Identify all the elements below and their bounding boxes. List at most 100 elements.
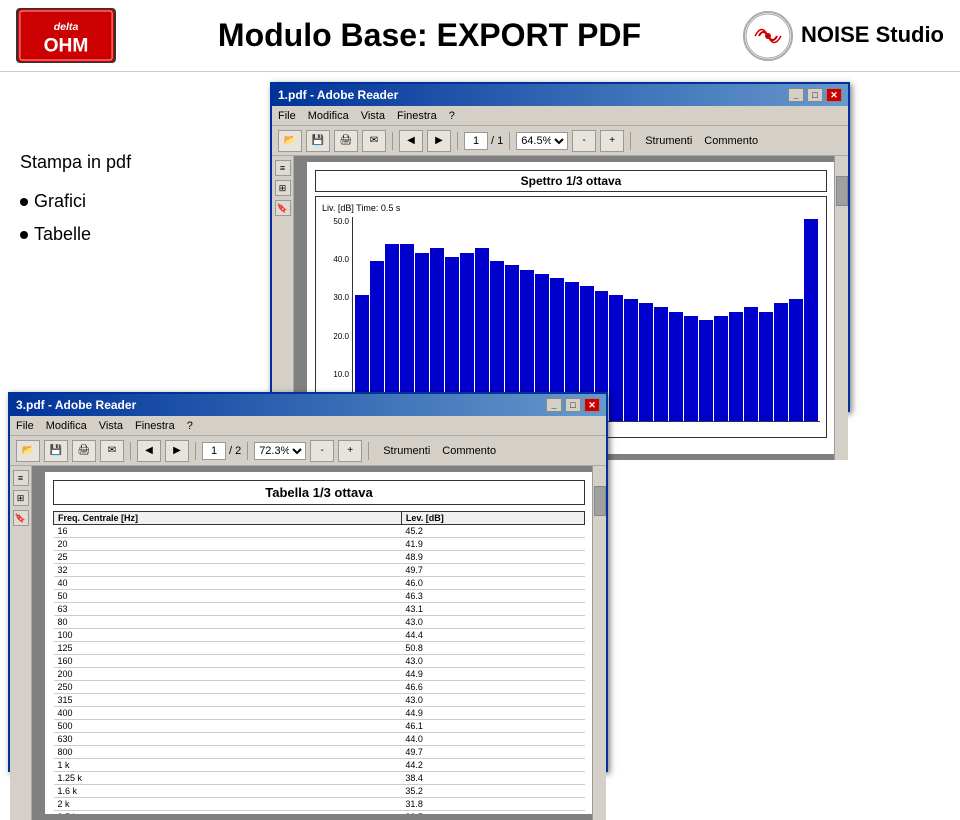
table-cell-lev-22: 30.5 <box>401 811 584 815</box>
table-row: 16043.0 <box>54 655 585 668</box>
chart-bar-17 <box>609 295 623 421</box>
window1-page-input[interactable] <box>464 132 488 150</box>
window2-sidebar: ≡ ⊞ 🔖 <box>10 466 32 820</box>
window2-btn-zoom-in[interactable]: + <box>338 440 362 462</box>
window1-btn-print[interactable]: 🖨 <box>334 130 358 152</box>
table-row: 1.6 k35.2 <box>54 785 585 798</box>
window1-scrollbar[interactable] <box>834 156 848 460</box>
window2-body: ≡ ⊞ 🔖 Tabella 1/3 ottava Freq. Centrale … <box>10 466 606 820</box>
chart-bar-18 <box>624 299 638 421</box>
content-area: Stampa in pdf Grafici Tabelle 1.pdf - Ad… <box>0 72 960 729</box>
table-cell-lev-4: 46.0 <box>401 577 584 590</box>
window2-page-nav: / 2 <box>202 442 241 460</box>
window2-maximize-btn[interactable]: □ <box>565 398 581 412</box>
window2-sidebar-icon-2[interactable]: ⊞ <box>13 490 29 506</box>
window2-controls[interactable]: _ □ ✕ <box>546 398 600 412</box>
window2-strumenti-btn[interactable]: Strumenti <box>383 445 430 457</box>
table-cell-lev-6: 43.1 <box>401 603 584 616</box>
table-cell-freq-2: 25 <box>54 551 402 564</box>
svg-text:OHM: OHM <box>44 35 89 56</box>
window1-toolbar: 📂 💾 🖨 ✉ ◀ ▶ / 1 64.5% - + Strumenti Comm… <box>272 126 848 156</box>
window1-page-total: 1 <box>497 135 503 147</box>
table-row: 80049.7 <box>54 746 585 759</box>
table-row: 8043.0 <box>54 616 585 629</box>
window2-menu-file[interactable]: File <box>16 420 34 432</box>
window2-sep4 <box>368 442 369 460</box>
window2-btn-back[interactable]: ◀ <box>137 440 161 462</box>
page-title: Modulo Base: EXPORT PDF <box>116 17 743 54</box>
window2-zoom-select[interactable]: 72.3% <box>254 442 306 460</box>
window1-page-sep: / <box>491 135 494 147</box>
chart-bar-26 <box>744 307 758 421</box>
table-row: 5046.3 <box>54 590 585 603</box>
bullet-icon-tabelle <box>20 231 28 239</box>
window2-menu-vista[interactable]: Vista <box>99 420 123 432</box>
chart-bar-29 <box>789 299 803 421</box>
window2-minimize-btn[interactable]: _ <box>546 398 562 412</box>
chart1-ylabel: Liv. [dB] Time: 0.5 s <box>322 203 820 213</box>
window2-menu-help[interactable]: ? <box>187 420 193 432</box>
table-cell-lev-12: 46.6 <box>401 681 584 694</box>
table-cell-freq-12: 250 <box>54 681 402 694</box>
window2-btn-open[interactable]: 📂 <box>16 440 40 462</box>
chart-bar-21 <box>669 312 683 421</box>
window1-btn-zoom-out[interactable]: - <box>572 130 596 152</box>
window1-maximize-btn[interactable]: □ <box>807 88 823 102</box>
window2-scrollbar[interactable] <box>592 466 606 820</box>
window2-menu-modifica[interactable]: Modifica <box>46 420 87 432</box>
window1-btn-save[interactable]: 💾 <box>306 130 330 152</box>
window1-close-btn[interactable]: ✕ <box>826 88 842 102</box>
window2-btn-email[interactable]: ✉ <box>100 440 124 462</box>
window2-menubar: File Modifica Vista Finestra ? <box>10 416 606 436</box>
window1-scrollbar-thumb[interactable] <box>836 176 848 206</box>
chart-bar-24 <box>714 316 728 421</box>
window1-menu-help[interactable]: ? <box>449 110 455 122</box>
window2-sidebar-icon-1[interactable]: ≡ <box>13 470 29 486</box>
window1-minimize-btn[interactable]: _ <box>788 88 804 102</box>
table-cell-lev-5: 46.3 <box>401 590 584 603</box>
chart-bar-27 <box>759 312 773 421</box>
window2-sidebar-icon-3[interactable]: 🔖 <box>13 510 29 526</box>
sidebar-icon-3[interactable]: 🔖 <box>275 200 291 216</box>
window2-sep2 <box>195 442 196 460</box>
window2-btn-print[interactable]: 🖨 <box>72 440 96 462</box>
window2-close-btn[interactable]: ✕ <box>584 398 600 412</box>
table-row: 2 k31.8 <box>54 798 585 811</box>
table-cell-freq-21: 2 k <box>54 798 402 811</box>
window2-commento-btn[interactable]: Commento <box>442 445 496 457</box>
window1-btn-fwd[interactable]: ▶ <box>427 130 451 152</box>
window2-page-total: 2 <box>235 445 241 457</box>
window2-btn-save[interactable]: 💾 <box>44 440 68 462</box>
table-row: 2.5 k30.5 <box>54 811 585 815</box>
window1-menu-file[interactable]: File <box>278 110 296 122</box>
table-cell-freq-4: 40 <box>54 577 402 590</box>
window1-menu-modifica[interactable]: Modifica <box>308 110 349 122</box>
window1-zoom-select[interactable]: 64.5% <box>516 132 568 150</box>
window1-menu-vista[interactable]: Vista <box>361 110 385 122</box>
table-row: 1645.2 <box>54 525 585 538</box>
window1-sep1 <box>392 132 393 150</box>
window2-page-input[interactable] <box>202 442 226 460</box>
window1-menu-finestra[interactable]: Finestra <box>397 110 437 122</box>
yaxis-label-10: 10.0 <box>333 370 349 379</box>
window1-controls[interactable]: _ □ ✕ <box>788 88 842 102</box>
window1-btn-back[interactable]: ◀ <box>399 130 423 152</box>
grafici-label: Grafici <box>34 191 86 212</box>
window1-btn-zoom-in[interactable]: + <box>600 130 624 152</box>
table-cell-freq-20: 1.6 k <box>54 785 402 798</box>
window1-strumenti-btn[interactable]: Strumenti <box>645 135 692 147</box>
window1-btn-email[interactable]: ✉ <box>362 130 386 152</box>
window1-commento-btn[interactable]: Commento <box>704 135 758 147</box>
window2-pdf-page: Tabella 1/3 ottava Freq. Centrale [Hz] L… <box>45 472 593 814</box>
table-cell-freq-8: 100 <box>54 629 402 642</box>
window2-btn-zoom-out[interactable]: - <box>310 440 334 462</box>
header: delta OHM Modulo Base: EXPORT PDF NOISE … <box>0 0 960 72</box>
window1-btn-open[interactable]: 📂 <box>278 130 302 152</box>
window2-btn-fwd[interactable]: ▶ <box>165 440 189 462</box>
table-header-lev: Lev. [dB] <box>401 512 584 525</box>
window2-scrollbar-thumb[interactable] <box>594 486 606 516</box>
table-row: 50046.1 <box>54 720 585 733</box>
sidebar-icon-2[interactable]: ⊞ <box>275 180 291 196</box>
window2-menu-finestra[interactable]: Finestra <box>135 420 175 432</box>
sidebar-icon-1[interactable]: ≡ <box>275 160 291 176</box>
